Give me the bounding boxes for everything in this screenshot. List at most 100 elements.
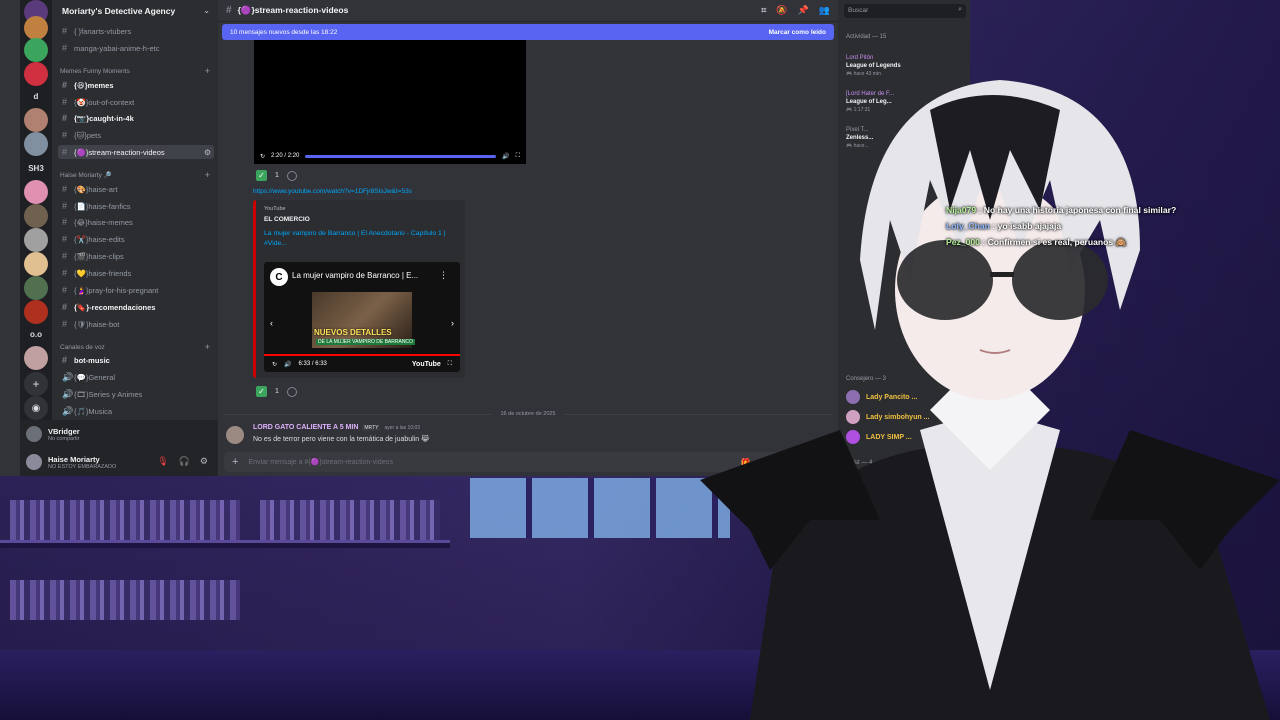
activity-status[interactable]: VBridger No compartir [26,426,80,442]
plus-icon[interactable]: + [205,342,210,352]
voice-channel-item[interactable]: # bot-music [58,353,214,367]
emoji-icon[interactable]: ☺ [796,458,804,467]
server-icon[interactable] [24,300,48,324]
category-header[interactable]: Haise Moriarty 🔎 + [60,170,210,180]
server-icon[interactable] [24,228,48,252]
activity-meta: 🎮 hace 43 min [846,71,881,77]
server-icon[interactable] [24,38,48,62]
add-server-icon[interactable]: + [24,372,48,396]
role-header: Consejero — 3 [846,376,887,382]
member-item[interactable]: LADY SIMP ... [846,430,912,444]
channel-item[interactable]: # manga-yabai-anime-h-etc [58,41,214,55]
voice-channel-item[interactable]: 🔊 {🎵}Musica [58,404,214,418]
channel-item[interactable]: # {😆}memes [58,78,214,92]
channel-item[interactable]: # {🔖}-recomendaciones [58,300,214,314]
server-icon[interactable] [24,180,48,204]
sticker-icon[interactable]: ◧ [778,458,786,467]
fullscreen-icon[interactable]: ⛶ [516,153,520,160]
reaction-row: ✓ 1 [256,170,297,181]
plus-icon[interactable]: + [205,66,210,76]
members-icon[interactable]: 👥 [819,5,830,16]
channel-item[interactable]: # {📷}caught-in-4k [58,111,214,125]
server-icon[interactable] [24,62,48,86]
category-header[interactable]: Memes Funny Moments + [60,66,210,76]
embed-author[interactable]: EL COMERCIO [264,216,457,223]
replay-icon[interactable]: ↻ [272,361,277,368]
server-label[interactable]: o.o [24,322,48,346]
channel-item[interactable]: # {🛡}haise-bot [58,317,214,331]
checkmark-reaction-icon[interactable]: ✓ [256,386,267,397]
server-icon[interactable] [24,276,48,300]
user-account[interactable]: Haise Moriarty NO ESTOY EMBARAZADO [26,454,116,470]
replay-icon[interactable]: ↻ [260,153,265,160]
hash-icon: # [62,355,68,365]
channel-item[interactable]: # {🤰}pray-for-his-pregnant [58,283,214,297]
activity-item[interactable]: Lord Pitón League of Legends 🎮 hace 43 m… [846,54,901,78]
app-icon [26,426,42,442]
server-icon[interactable] [24,16,48,40]
channel-item[interactable]: # {🎨}haise-art [58,182,214,196]
new-messages-bar[interactable]: 10 mensajes nuevos desde las 18:22 Marca… [222,24,834,40]
voice-channel-item[interactable]: 🔊 {💬}General [58,370,214,384]
mic-muted-icon[interactable]: 🎙 [157,456,168,467]
server-icon[interactable] [24,252,48,276]
gear-icon[interactable]: ⚙ [200,456,208,467]
plus-icon[interactable]: + [205,170,210,180]
add-reaction-icon[interactable] [286,386,297,397]
category-header[interactable]: Canales de voz + [60,342,210,352]
pin-icon[interactable]: 📌 [798,5,809,16]
channel-item-selected[interactable]: # {🟣}stream-reaction-videos ⚙ [58,145,214,159]
chevron-left-icon[interactable]: ‹ [270,318,273,328]
search-input[interactable]: Buscar ⌕ [844,4,966,18]
progress-bar[interactable] [305,154,497,158]
channel-item[interactable]: # {🐱}pets [58,128,214,142]
message-author[interactable]: LORD GATO CALIENTE A 5 MIN [253,424,358,431]
youtube-link[interactable]: https://www.youtube.com/watch?v=1DFjr8SI… [253,188,412,195]
channel-item[interactable]: # {🎬}haise-clips [58,249,214,263]
server-icon[interactable] [24,132,48,156]
mark-read-button[interactable]: Marcar como leído [769,29,826,36]
voice-channel-item[interactable]: 🔊 {🎞}Series y Animes [58,387,214,401]
more-options-icon[interactable]: ⋮ [439,270,448,281]
youtube-brand[interactable]: YouTube [412,361,441,368]
activity-item[interactable]: Pixel T... Zenless... 🎮 hace... [846,126,873,150]
channel-item[interactable]: # {😂}haise-memes [58,215,214,229]
channel-item[interactable]: # {🤡}out-of-context [58,95,214,109]
fullscreen-icon[interactable]: ⛶ [448,361,452,368]
server-icon[interactable] [24,346,48,370]
server-label[interactable]: SH3 [24,156,48,180]
server-name-button[interactable]: Moriarty's Detective Agency ⌄ [52,0,218,22]
message-header: LORD GATO CALIENTE A 5 MIN MRTY ayer a l… [253,424,420,431]
server-icon[interactable] [24,204,48,228]
channel-item[interactable]: # {📄}haise-fanfics [58,199,214,213]
gif-icon[interactable]: ▣ [761,458,769,467]
message-composer[interactable]: + Enviar mensaje a #{🟣}stream-reaction-v… [224,452,832,472]
volume-icon[interactable]: 🔊 [502,153,509,160]
activities-icon[interactable]: 🎮 [814,458,824,467]
chevron-right-icon[interactable]: › [451,318,454,328]
threads-icon[interactable]: ⌗ [761,5,766,16]
server-label[interactable]: d [24,84,48,108]
gift-icon[interactable]: 🎁 [741,458,751,467]
activity-item[interactable]: [Lord Hater de F... League of Leg... 🎮 1… [846,90,894,114]
headphones-icon[interactable]: 🎧 [179,456,190,467]
embed-title[interactable]: La mujer vampiro de Barranco | El Anecdo… [264,229,457,249]
gear-icon[interactable]: ⚙ [204,148,214,157]
checkmark-reaction-icon[interactable]: ✓ [256,170,267,181]
notifications-icon[interactable]: 🔕 [776,5,787,16]
avatar[interactable] [226,426,244,444]
channel-item[interactable]: # { }fanarts-vtubers [58,24,214,38]
chat-message: : Confirmen si es real, peruanos 🙈 [982,237,1127,247]
channel-item[interactable]: # {💛}haise-friends [58,266,214,280]
add-reaction-icon[interactable] [286,170,297,181]
video-player[interactable]: ↻ 2:20 / 2:20 🔊 ⛶ [254,40,526,164]
server-icon[interactable] [24,108,48,132]
member-item[interactable]: Lady simbohyun ... [846,410,929,424]
volume-icon[interactable]: 🔊 [284,361,291,368]
chat-header: # {🟣}stream-reaction-videos ⌗ 🔕 📌 👥 [218,0,838,22]
member-item[interactable]: Lady Pancito ... [846,390,917,404]
channel-item[interactable]: # {✂️}haise-edits [58,232,214,246]
discover-icon[interactable]: ◉ [24,396,48,420]
attach-icon[interactable]: + [232,456,238,468]
youtube-player[interactable]: C La mujer vampiro de Barranco | E... ⋮ … [264,262,460,372]
